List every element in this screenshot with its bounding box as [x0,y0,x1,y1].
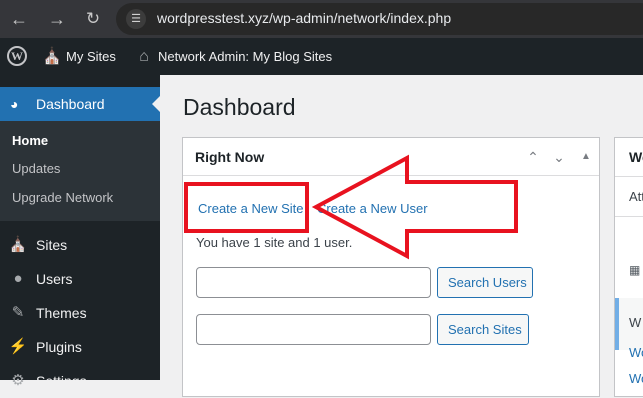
reload-icon[interactable]: ↻ [82,8,104,30]
submenu-updates[interactable]: Updates [12,161,60,176]
network-admin-menu[interactable]: ⌂ Network Admin: My Blog Sites [134,38,332,75]
sidebar-item-users[interactable]: ● Users [0,262,160,296]
wordpress-logo-icon[interactable]: W [7,46,27,66]
sidebar-item-themes[interactable]: ✎ Themes [0,296,160,330]
toggle-panel-icon[interactable]: ▲ [576,147,596,167]
forward-icon[interactable]: → [46,8,68,30]
settings-icon: ⚙ [11,372,25,389]
sidebar-item-label: Users [36,271,73,287]
move-down-icon[interactable]: ⌄ [549,147,569,167]
browser-toolbar: ← → ↻ ☰ wordpresstest.xyz/wp-admin/netwo… [0,0,643,38]
info-notice: W [615,298,643,350]
back-icon[interactable]: ← [8,8,30,30]
create-new-site-link[interactable]: Create a New Site [198,201,304,216]
divider [615,216,643,217]
address-bar[interactable]: ☰ wordpresstest.xyz/wp-admin/network/ind… [116,3,643,35]
dashboard-icon: ◕ [10,96,19,112]
widget-title: Right Now [195,149,265,165]
home-icon: ⌂ [139,48,149,65]
submenu-home[interactable]: Home [12,133,48,148]
widget-header: Right Now ⌃ ⌄ ▲ [183,138,599,176]
search-sites-input[interactable] [196,314,431,345]
sidebar-item-label: Sites [36,237,68,253]
sidebar-item-dashboard[interactable]: ◕ Dashboard [0,87,160,121]
sidebar-item-settings[interactable]: ⚙ Settings [0,364,160,398]
widget-text: Att [629,189,643,204]
widget-link[interactable]: Wo [629,345,643,360]
wp-admin-bar: W ⛪ My Sites ⌂ Network Admin: My Blog Site… [0,38,643,75]
sidebar-item-plugins[interactable]: ⚡ Plugins [0,330,160,364]
move-up-icon[interactable]: ⌃ [523,147,543,167]
sidebar-item-sites[interactable]: ⛪ Sites [0,228,160,262]
widget-link[interactable]: Wo [629,371,643,386]
current-menu-arrow [152,96,160,112]
plugins-icon: ⚡ [8,338,28,355]
notice-text: W [629,315,642,330]
my-sites-label: My Sites [66,49,116,64]
sidebar-item-label: Plugins [36,339,82,355]
my-sites-menu[interactable]: ⛪ My Sites [42,38,116,75]
search-users-button[interactable]: Search Users [437,267,533,298]
admin-sidebar: ◕ Dashboard Home Updates Upgrade Network… [0,75,160,389]
url-text[interactable]: wordpresstest.xyz/wp-admin/network/index… [157,10,451,26]
sites-icon: ⛪ [8,236,28,253]
welcome-widget: We Att ▦ W Wo Wo [614,137,643,397]
site-info-icon[interactable]: ☰ [126,9,146,29]
search-users-input[interactable] [196,267,431,298]
sidebar-item-label: Dashboard [36,96,105,112]
users-icon: ● [13,270,23,287]
divider [615,176,643,177]
dashboard-submenu: Home Updates Upgrade Network [0,121,160,221]
network-admin-label: Network Admin: My Blog Sites [158,49,333,64]
network-summary: You have 1 site and 1 user. [196,235,353,250]
page-title: Dashboard [183,94,296,120]
submenu-upgrade-network[interactable]: Upgrade Network [12,190,113,205]
search-sites-button[interactable]: Search Sites [437,314,529,345]
create-new-user-link[interactable]: Create a New User [317,201,428,216]
sidebar-item-label: Themes [36,305,87,321]
right-now-widget: Right Now ⌃ ⌄ ▲ Create a New Site Create… [182,137,600,397]
themes-icon: ✎ [11,304,25,321]
widget-title: We [629,149,643,165]
sidebar-item-label: Settings [36,373,87,389]
my-sites-icon: ⛪ [42,48,62,65]
calendar-icon: ▦ [629,263,641,277]
